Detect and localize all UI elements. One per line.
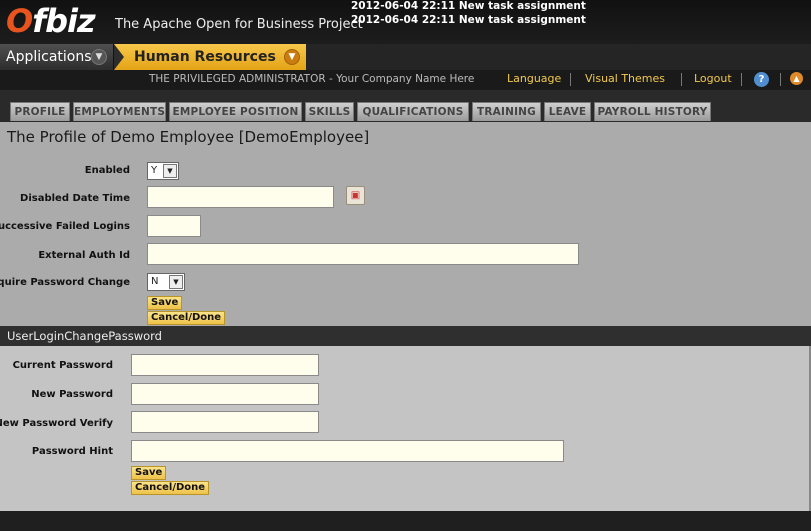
calendar-icon[interactable]: ▣	[346, 186, 365, 205]
new-password-verify-label: New Password Verify	[0, 418, 113, 429]
enabled-select[interactable]: Y ▼	[147, 162, 179, 180]
tab-employments[interactable]: EMPLOYMENTS	[73, 102, 166, 121]
current-password-label: Current Password	[12, 360, 113, 371]
external-auth-input[interactable]	[147, 243, 579, 265]
notification-list: 2012-06-04 22:11 New task assignment 201…	[351, 0, 586, 28]
tab-profile[interactable]: PROFILE	[10, 102, 70, 121]
failed-logins-label: Successive Failed Logins	[0, 221, 130, 232]
tab-training[interactable]: TRAINING	[472, 102, 541, 121]
divider	[741, 73, 742, 86]
password-hint-input[interactable]	[131, 440, 564, 462]
applications-label: Applications	[6, 49, 92, 65]
require-password-change-value: N	[151, 276, 159, 287]
chevron-down-icon: ▼	[91, 49, 107, 65]
user-bar: THE PRIVILEGED ADMINISTRATOR - Your Comp…	[0, 70, 811, 90]
notification-item[interactable]: 2012-06-04 22:11 New task assignment	[351, 0, 586, 14]
failed-logins-input[interactable]	[147, 215, 201, 237]
applications-menu-button[interactable]: Applications ▼	[0, 44, 114, 70]
disabled-date-label: Disabled Date Time	[20, 193, 130, 204]
tagline: The Apache Open for Business Project	[115, 17, 363, 32]
require-password-change-label: Require Password Change	[0, 277, 130, 288]
current-app-button[interactable]: Human Resources ▼	[114, 44, 306, 70]
app-bar: Applications ▼ Human Resources ▼	[0, 44, 811, 70]
collapse-up-icon[interactable]: ▲	[790, 72, 803, 85]
save-button[interactable]: Save	[147, 296, 183, 310]
chevron-down-icon: ▼	[284, 49, 300, 65]
tab-employee-position[interactable]: EMPLOYEE POSITION	[169, 102, 302, 121]
require-password-change-select[interactable]: N ▼	[147, 273, 185, 291]
divider	[570, 73, 571, 86]
page-title: The Profile of Demo Employee [DemoEmploy…	[7, 128, 370, 146]
section-header: UserLoginChangePassword	[0, 326, 811, 346]
password-hint-label: Password Hint	[31, 446, 113, 457]
new-password-input[interactable]	[131, 383, 319, 405]
notification-item[interactable]: 2012-06-04 22:11 New task assignment	[351, 14, 586, 28]
external-auth-label: External Auth Id	[38, 250, 130, 261]
logout-link[interactable]: Logout	[694, 72, 732, 85]
cancel-done-button[interactable]: Cancel/Done	[147, 311, 226, 325]
new-password-label: New Password	[31, 389, 113, 400]
footer	[0, 511, 811, 531]
tab-leave[interactable]: LEAVE	[544, 102, 591, 121]
divider	[780, 73, 781, 86]
tab-qualifications[interactable]: QUALIFICATIONS	[357, 102, 469, 121]
save-button[interactable]: Save	[131, 466, 167, 480]
language-link[interactable]: Language	[507, 72, 561, 85]
tab-payroll-history[interactable]: PAYROLL HISTORY	[594, 102, 711, 121]
current-password-input[interactable]	[131, 354, 319, 376]
top-header: Ofbiz The Apache Open for Business Proje…	[0, 0, 811, 44]
enabled-value: Y	[151, 165, 158, 176]
cancel-done-button[interactable]: Cancel/Done	[131, 481, 210, 495]
enabled-label: Enabled	[84, 165, 130, 176]
visual-themes-link[interactable]: Visual Themes	[585, 72, 665, 85]
ofbiz-logo[interactable]: Ofbiz	[6, 2, 96, 40]
tab-skills[interactable]: SKILLS	[305, 102, 354, 121]
chevron-down-icon: ▼	[163, 164, 177, 178]
chevron-down-icon: ▼	[169, 275, 183, 289]
new-password-verify-input[interactable]	[131, 411, 319, 433]
tab-bar: PROFILE EMPLOYMENTS EMPLOYEE POSITION SK…	[0, 90, 811, 122]
help-icon[interactable]: ?	[754, 72, 769, 87]
change-password-form: Current Password New Password New Passwo…	[0, 346, 811, 511]
divider	[681, 73, 682, 86]
disabled-date-input[interactable]	[147, 186, 334, 208]
current-app-label: Human Resources	[134, 49, 276, 65]
profile-form: The Profile of Demo Employee [DemoEmploy…	[0, 122, 811, 326]
user-name: THE PRIVILEGED ADMINISTRATOR - Your Comp…	[149, 73, 475, 85]
